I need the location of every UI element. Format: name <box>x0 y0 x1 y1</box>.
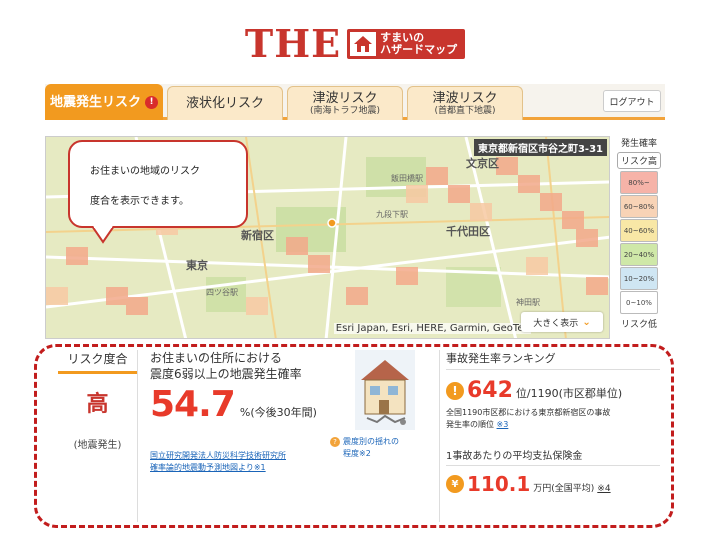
legend-bin: 40~60% <box>620 219 658 242</box>
house-icon <box>350 32 377 56</box>
legend-bin: 60~80% <box>620 195 658 218</box>
map-place-label: 文京区 <box>466 157 499 170</box>
probability-value: 54.7 <box>150 384 236 425</box>
map-station-label: 九段下駅 <box>376 210 408 219</box>
tab-tsunami-metro[interactable]: 津波リスク (首都直下地震) <box>407 86 523 120</box>
map-station-label: 飯田橋駅 <box>391 174 423 183</box>
tab-liquefaction-risk[interactable]: 液状化リスク <box>167 86 283 120</box>
chevron-down-icon: ⌄ <box>582 316 591 328</box>
damaged-house-illustration <box>355 350 415 430</box>
map-place-label: 東京 <box>186 259 208 272</box>
map-attribution: Esri Japan, Esri, HERE, Garmin, GeoTec <box>333 323 531 334</box>
tab-label: 液状化リスク <box>185 96 264 111</box>
payout-value-row: ¥ 110.1 万円(全国平均) ※4 <box>446 472 660 496</box>
callout-line1: お住まいの地域のリスク <box>90 166 200 177</box>
probability-column: お住まいの住所における 震度6弱以上の地震発生確率 54.7 %(今後30年間)… <box>150 350 440 522</box>
ranking-desc-line1: 全国1190市区郡における東京都新宿区の事故 <box>446 408 611 417</box>
tab-tsunami-nankai[interactable]: 津波リスク (南海トラフ地震) <box>287 86 403 120</box>
legend-bin: 80%~ <box>620 171 658 194</box>
ranking-value-row: ! 642 位/1190(市区郡単位) <box>446 378 660 403</box>
logo-subtitle: すまいの ハザードマップ <box>380 32 457 56</box>
payout-title: 1事故あたりの平均支払保険金 <box>446 447 660 466</box>
help-line2: 程度※2 <box>343 449 371 458</box>
alert-icon: ! <box>145 96 158 109</box>
legend-bin: 0~10% <box>620 291 658 314</box>
ranking-description: 全国1190市区郡における東京都新宿区の事故 発生率の順位 ※3 <box>446 407 660 431</box>
payout-value: 110.1 <box>467 472 531 496</box>
legend-bin: 20~40% <box>620 243 658 266</box>
legend-low-label: リスク低 <box>620 320 657 330</box>
map-station-label: 神田駅 <box>516 298 540 307</box>
exclamation-icon: ! <box>446 381 464 400</box>
source-line1: 国立研究開発法人防災科学技術研究所 <box>150 451 286 460</box>
callout-tail <box>92 226 114 244</box>
tab-label: 津波リスク <box>312 91 378 106</box>
source-line2: 確率論的地震動予測地図より※1 <box>150 463 266 472</box>
legend-title: 発生確率 <box>620 139 657 149</box>
shake-level-help[interactable]: ? 震度別の揺れの 程度※2 <box>330 436 399 460</box>
map-legend: 発生確率 リスク高 80%~ 60~80% 40~60% 20~40% 10~2… <box>614 136 664 339</box>
logo-the-text: THE <box>244 21 342 66</box>
info-callout: お住まいの地域のリスク 度合を表示できます。 <box>68 140 248 228</box>
tab-sublabel: (首都直下地震) <box>434 106 496 116</box>
ranking-desc-line2: 発生率の順位 <box>446 420 494 429</box>
logo-line2: ハザードマップ <box>380 43 458 56</box>
risk-tab-bar: 地震発生リスク! 液状化リスク 津波リスク (南海トラフ地震) 津波リスク (首… <box>45 84 665 120</box>
payout-unit: 万円(全国平均) <box>533 484 595 494</box>
logout-button[interactable]: ログアウト <box>603 90 661 112</box>
tab-earthquake-risk[interactable]: 地震発生リスク! <box>45 84 163 120</box>
map-station-label: 四ツ谷駅 <box>206 288 238 297</box>
help-icon: ? <box>330 437 340 447</box>
tab-label: 津波リスク <box>432 91 498 106</box>
legend-high-label: リスク高 <box>616 152 661 169</box>
enlarge-map-button[interactable]: 大きく表示 ⌄ <box>521 312 603 332</box>
logo-badge: すまいの ハザードマップ <box>347 29 466 59</box>
map-place-label: 千代田区 <box>446 225 490 238</box>
ranking-value: 642 <box>467 378 513 403</box>
callout-line2: 度合を表示できます。 <box>90 196 189 207</box>
risk-level-value: 高 <box>86 392 109 417</box>
site-logo: THE すまいの ハザードマップ <box>0 20 710 68</box>
map-place-label: 新宿区 <box>241 229 274 242</box>
map-address-badge: 東京都新宿区市谷之町3-31 <box>473 139 607 156</box>
ranking-title: 事故発生率ランキング <box>446 350 660 370</box>
payout-note-link[interactable]: ※4 <box>597 484 610 494</box>
enlarge-label: 大きく表示 <box>533 318 579 329</box>
risk-level-column: リスク度合 高 (地震発生) <box>58 350 138 522</box>
yen-icon: ¥ <box>446 475 464 493</box>
tab-label: 地震発生リスク <box>49 95 141 110</box>
ranking-suffix: 位/1190(市区郡単位) <box>515 387 623 400</box>
probability-heading-line2: 震度6弱以上の地震発生確率 <box>150 367 302 381</box>
risk-level-title: リスク度合 <box>58 350 137 374</box>
help-line1: 震度別の揺れの <box>343 437 399 446</box>
legend-bin: 10~20% <box>620 267 658 290</box>
source-link[interactable]: 国立研究開発法人防災科学技術研究所 確率論的地震動予測地図より※1 <box>150 450 286 474</box>
tab-sublabel: (南海トラフ地震) <box>309 106 381 116</box>
probability-heading-line1: お住まいの住所における <box>150 351 283 365</box>
risk-type: (地震発生) <box>73 440 122 451</box>
ranking-column: 事故発生率ランキング ! 642 位/1190(市区郡単位) 全国1190市区郡… <box>446 350 660 522</box>
probability-unit: %(今後30年間) <box>239 406 317 419</box>
ranking-note-link[interactable]: ※3 <box>497 420 509 429</box>
